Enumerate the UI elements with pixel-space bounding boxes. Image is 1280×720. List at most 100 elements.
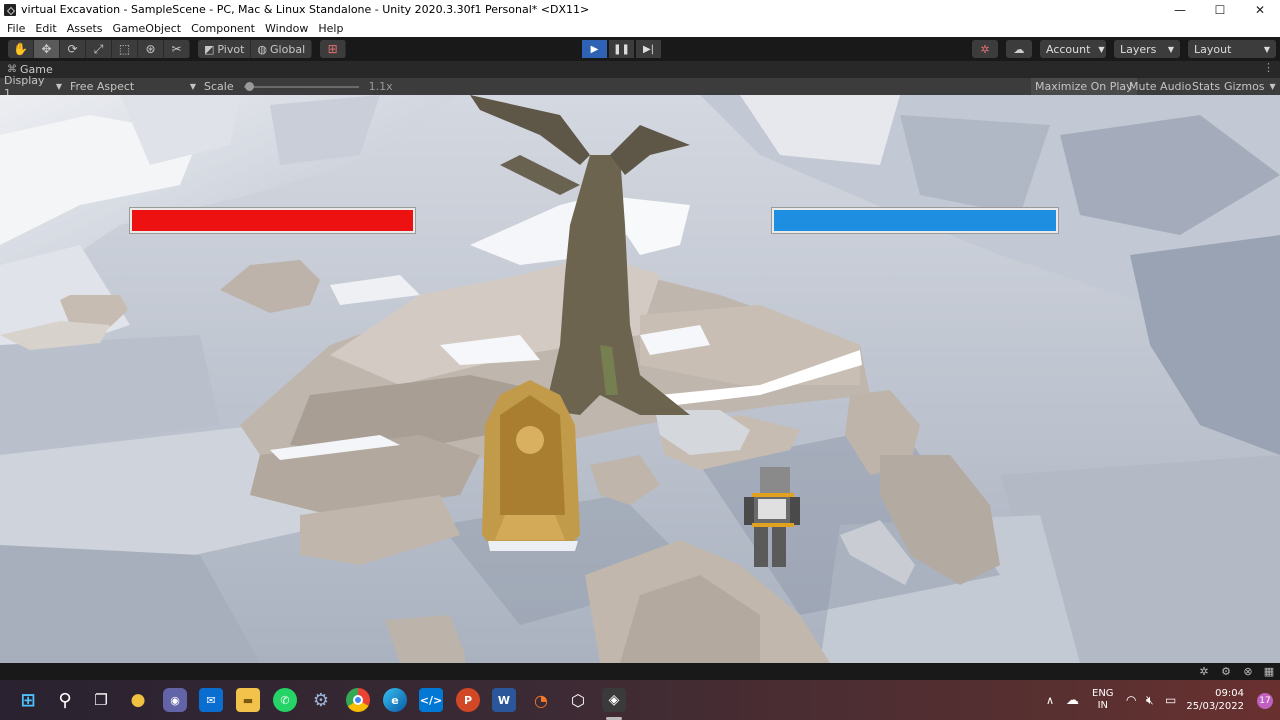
tray-overflow-icon[interactable]: ∧ bbox=[1046, 680, 1054, 720]
windows-start-icon[interactable]: ⊞ bbox=[16, 688, 40, 712]
play-button[interactable]: ▶ bbox=[582, 40, 607, 58]
aspect-dropdown[interactable]: Free Aspect ▼ bbox=[66, 80, 200, 93]
minimize-button[interactable]: — bbox=[1160, 0, 1200, 19]
battery-icon[interactable]: ▭ bbox=[1165, 680, 1176, 720]
layout-dropdown[interactable]: Layout ▼ bbox=[1188, 40, 1276, 58]
language-indicator[interactable]: ENG IN bbox=[1092, 680, 1114, 720]
transform-tool-icon[interactable]: ⊛ bbox=[138, 40, 164, 58]
clock-time: 09:04 bbox=[1215, 688, 1244, 699]
scale-slider-knob[interactable] bbox=[244, 81, 254, 91]
scale-slider[interactable] bbox=[243, 81, 359, 91]
game-scene bbox=[0, 95, 1280, 663]
chrome-icon[interactable] bbox=[346, 688, 370, 712]
chevron-down-icon: ▼ bbox=[1269, 82, 1276, 91]
play-controls: ▶ ❚❚ ▶| bbox=[582, 40, 661, 58]
unity-hub-icon[interactable]: ⬡ bbox=[566, 688, 590, 712]
custom-tool-icon[interactable]: ✂ bbox=[164, 40, 190, 58]
task-view-icon[interactable]: ❐ bbox=[89, 688, 113, 712]
menu-bar: File Edit Assets GameObject Component Wi… bbox=[0, 19, 1280, 37]
gizmos-label: Gizmos bbox=[1224, 80, 1265, 93]
layout-label: Layout bbox=[1194, 42, 1232, 56]
account-dropdown[interactable]: Account ▼ bbox=[1040, 40, 1106, 58]
game-viewport[interactable] bbox=[0, 95, 1280, 663]
menu-edit[interactable]: Edit bbox=[30, 22, 61, 35]
edge-icon[interactable]: e bbox=[383, 688, 407, 712]
editor-status-bar: ✲ ⚙ ⊗ ▦ bbox=[0, 663, 1280, 680]
menu-file[interactable]: File bbox=[2, 22, 30, 35]
notification-badge[interactable]: 17 bbox=[1257, 693, 1273, 709]
globe-icon: ◍ bbox=[257, 42, 268, 56]
unity-app-icon bbox=[4, 3, 16, 16]
transform-tools: ✋ ✥ ⟳ ⤢ ⬚ ⊛ ✂ bbox=[8, 40, 190, 58]
chevron-down-icon: ▼ bbox=[1098, 44, 1105, 54]
menu-gameobject[interactable]: GameObject bbox=[108, 22, 187, 35]
menu-help[interactable]: Help bbox=[313, 22, 348, 35]
health-bar-right-fill bbox=[774, 210, 1056, 231]
main-toolbar: ✋ ✥ ⟳ ⤢ ⬚ ⊛ ✂ ◩ Pivot ◍ Global ⊞ ▶ ❚❚ ▶| ✲… bbox=[0, 37, 1280, 61]
collab-icon[interactable]: ✲ bbox=[972, 40, 998, 58]
mute-audio-toggle[interactable]: Mute Audio bbox=[1125, 78, 1195, 95]
snap-icon[interactable]: ⊞ bbox=[320, 40, 347, 58]
mail-icon[interactable]: ✉ bbox=[199, 688, 223, 712]
widgets-icon[interactable]: ● bbox=[126, 688, 150, 712]
step-button[interactable]: ▶| bbox=[636, 40, 661, 58]
hand-tool-icon[interactable]: ✋ bbox=[8, 40, 34, 58]
progress-icon[interactable]: ▦ bbox=[1262, 665, 1276, 678]
maximize-button[interactable]: ☐ bbox=[1200, 0, 1240, 19]
window-title-bar: virtual Excavation - SampleScene - PC, M… bbox=[0, 0, 1280, 19]
debug-icon[interactable]: ✲ bbox=[1197, 665, 1211, 678]
vscode-icon[interactable]: </> bbox=[419, 688, 443, 712]
player-character bbox=[760, 467, 790, 493]
health-bar-left-fill bbox=[132, 210, 413, 231]
cloud-icon[interactable]: ☁ bbox=[1006, 40, 1032, 58]
wifi-icon[interactable]: ◠ bbox=[1126, 680, 1136, 720]
gizmos-dropdown[interactable]: Gizmos ▼ bbox=[1220, 78, 1280, 95]
blender-icon[interactable]: ◔ bbox=[529, 688, 553, 712]
chevron-down-icon: ▼ bbox=[55, 82, 62, 91]
word-icon[interactable]: W bbox=[492, 688, 516, 712]
scale-label: Scale bbox=[204, 80, 234, 93]
gizmo-settings-icon[interactable]: ⊗ bbox=[1241, 665, 1255, 678]
search-icon[interactable]: ⚲ bbox=[53, 688, 77, 712]
windows-taskbar: ⊞ ⚲ ❐ ● ◉ ✉ ▬ ✆ ⚙ e </> P W ◔ ⬡ ◈ ∧ ☁ EN… bbox=[0, 680, 1280, 720]
scale-value: 1.1x bbox=[368, 80, 393, 93]
collab-status-icon[interactable]: ⚙ bbox=[1219, 665, 1233, 678]
system-clock[interactable]: 09:04 25/03/2022 bbox=[1186, 687, 1244, 713]
move-tool-icon[interactable]: ✥ bbox=[34, 40, 60, 58]
chevron-down-icon: ▼ bbox=[1167, 44, 1174, 54]
global-label: Global bbox=[270, 42, 306, 56]
health-bar-right bbox=[772, 208, 1058, 233]
whatsapp-icon[interactable]: ✆ bbox=[273, 688, 297, 712]
rotate-tool-icon[interactable]: ⟳ bbox=[60, 40, 86, 58]
more-options-icon[interactable]: ⋮ bbox=[1263, 61, 1274, 74]
pause-button[interactable]: ❚❚ bbox=[609, 40, 634, 58]
health-bar-left bbox=[130, 208, 415, 233]
pivot-group: ◩ Pivot ◍ Global bbox=[198, 40, 313, 58]
window-title: virtual Excavation - SampleScene - PC, M… bbox=[21, 3, 590, 16]
account-label: Account bbox=[1046, 42, 1091, 56]
teams-chat-icon[interactable]: ◉ bbox=[163, 688, 187, 712]
scale-tool-icon[interactable]: ⤢ bbox=[86, 40, 112, 58]
rect-tool-icon[interactable]: ⬚ bbox=[112, 40, 138, 58]
maximize-on-play-toggle[interactable]: Maximize On Play bbox=[1031, 78, 1137, 95]
global-toggle[interactable]: ◍ Global bbox=[251, 40, 313, 58]
region-code: IN bbox=[1097, 700, 1108, 711]
file-explorer-icon[interactable]: ▬ bbox=[236, 688, 260, 712]
close-button[interactable]: ✕ bbox=[1240, 0, 1280, 19]
game-tab[interactable]: ⌘ Game ⋮ bbox=[0, 61, 1280, 78]
pivot-toggle[interactable]: ◩ Pivot bbox=[198, 40, 252, 58]
pivot-icon: ◩ bbox=[204, 42, 215, 56]
menu-component[interactable]: Component bbox=[186, 22, 260, 35]
menu-window[interactable]: Window bbox=[260, 22, 313, 35]
settings-icon[interactable]: ⚙ bbox=[309, 688, 333, 712]
aspect-label: Free Aspect bbox=[70, 80, 135, 93]
chevron-down-icon: ▼ bbox=[1263, 44, 1270, 54]
volume-muted-icon[interactable]: 🔇︎ bbox=[1146, 680, 1154, 720]
onedrive-icon[interactable]: ☁ bbox=[1066, 680, 1079, 720]
powerpoint-icon[interactable]: P bbox=[456, 688, 480, 712]
layers-label: Layers bbox=[1120, 42, 1157, 56]
menu-assets[interactable]: Assets bbox=[62, 22, 108, 35]
unity-editor-icon[interactable]: ◈ bbox=[602, 688, 626, 712]
layers-dropdown[interactable]: Layers ▼ bbox=[1114, 40, 1180, 58]
stats-toggle[interactable]: Stats bbox=[1188, 78, 1224, 95]
